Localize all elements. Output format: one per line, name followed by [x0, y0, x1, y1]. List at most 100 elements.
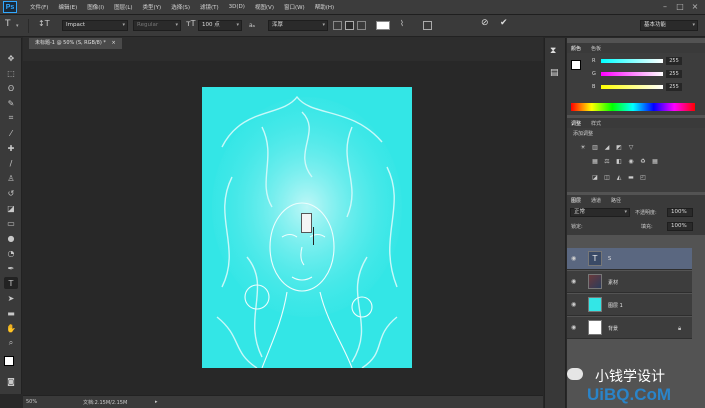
eye-icon[interactable]: ◉: [571, 278, 576, 285]
minimize-icon[interactable]: –: [660, 2, 670, 12]
properties-panel-icon[interactable]: ▤: [550, 68, 559, 78]
zoom-level[interactable]: 50%: [26, 399, 37, 405]
cancel-icon[interactable]: ⊘: [481, 18, 489, 28]
pen-tool-icon[interactable]: ✒: [4, 262, 18, 274]
eye-icon[interactable]: ◉: [571, 324, 576, 331]
text-color-swatch[interactable]: [376, 21, 390, 30]
character-panel-icon[interactable]: [423, 21, 432, 30]
eye-icon[interactable]: ◉: [571, 255, 576, 262]
threshold-icon[interactable]: ◭: [615, 174, 623, 181]
channel-r-value[interactable]: 255: [666, 57, 682, 65]
move-tool-icon[interactable]: ✥: [4, 52, 18, 64]
close-tab-icon[interactable]: ×: [111, 40, 115, 46]
eraser-tool-icon[interactable]: ◪: [4, 202, 18, 214]
crop-tool-icon[interactable]: ⌗: [4, 112, 18, 124]
channel-g-slider[interactable]: [601, 72, 663, 76]
healing-brush-tool-icon[interactable]: ✚: [4, 142, 18, 154]
status-menu-icon[interactable]: ▸: [155, 399, 158, 405]
color-spectrum-bar[interactable]: [571, 103, 695, 111]
quick-select-tool-icon[interactable]: ✎: [4, 97, 18, 109]
photo-filter-icon[interactable]: ◉: [627, 158, 635, 165]
layer-row-background[interactable]: ◉ 背景 🔒︎: [567, 317, 692, 339]
brightness-icon[interactable]: ☀: [579, 144, 587, 151]
menu-view[interactable]: 视图(V): [250, 3, 279, 11]
color-balance-icon[interactable]: ⚖: [603, 158, 611, 165]
menu-image[interactable]: 图像(I): [82, 3, 109, 11]
exposure-icon[interactable]: ◩: [615, 144, 623, 151]
document-tab[interactable]: 未标题-1 @ 50% (S, RGB/8) * ×: [29, 38, 122, 49]
blend-mode-select[interactable]: 正常 ▾: [570, 208, 630, 217]
tab-layers[interactable]: 图层: [571, 197, 581, 204]
font-family-select[interactable]: Impact ▾: [62, 20, 128, 31]
antialias-select[interactable]: 浑厚 ▾: [268, 20, 328, 31]
workspace-select[interactable]: 基本功能 ▾: [640, 20, 698, 31]
type-tool-preset-icon[interactable]: T: [5, 19, 11, 29]
menu-edit[interactable]: 编辑(E): [53, 3, 82, 11]
history-panel-icon[interactable]: ⧗: [550, 46, 556, 56]
commit-icon[interactable]: ✔: [500, 18, 508, 28]
stamp-tool-icon[interactable]: ♙: [4, 172, 18, 184]
fill-input[interactable]: 100%: [667, 222, 693, 231]
document-canvas[interactable]: [202, 87, 412, 368]
curves-icon[interactable]: ◢: [603, 144, 611, 151]
selective-color-icon[interactable]: ◰: [639, 174, 647, 181]
channel-mixer-icon[interactable]: ♻: [639, 158, 647, 165]
channel-b-slider[interactable]: [601, 85, 663, 89]
gradient-map-icon[interactable]: ▬: [627, 174, 635, 181]
black-white-icon[interactable]: ◧: [615, 158, 623, 165]
font-size-select[interactable]: 100 点 ▾: [198, 20, 242, 31]
opacity-input[interactable]: 100%: [667, 208, 693, 217]
marquee-tool-icon[interactable]: ⬚: [4, 67, 18, 79]
brush-tool-icon[interactable]: /: [4, 157, 18, 169]
layer-row-image[interactable]: ◉ 素材: [567, 271, 692, 293]
tab-channels[interactable]: 通道: [591, 197, 601, 204]
orientation-toggle-icon[interactable]: ↕T: [38, 19, 50, 28]
foreground-color-swatch[interactable]: [571, 60, 581, 70]
type-tool-icon[interactable]: T: [4, 277, 18, 289]
menu-window[interactable]: 窗口(W): [279, 3, 310, 11]
font-style-select[interactable]: Regular ▾: [133, 20, 181, 31]
posterize-icon[interactable]: ◫: [603, 174, 611, 181]
gradient-tool-icon[interactable]: ▭: [4, 217, 18, 229]
menu-layer[interactable]: 图层(L): [109, 3, 137, 11]
align-right-icon[interactable]: [357, 21, 366, 30]
vibrance-icon[interactable]: ▽: [627, 144, 635, 151]
tab-adjustments[interactable]: 调整: [571, 120, 581, 127]
channel-g-value[interactable]: 255: [666, 70, 682, 78]
align-center-icon[interactable]: [345, 21, 354, 30]
layer-row-text[interactable]: ◉ T S: [567, 248, 692, 270]
history-brush-tool-icon[interactable]: ↺: [4, 187, 18, 199]
tab-color[interactable]: 颜色: [571, 45, 581, 52]
color-lookup-icon[interactable]: ▦: [651, 158, 659, 165]
tab-swatches[interactable]: 色板: [591, 45, 601, 52]
layer-row-fill[interactable]: ◉ 图层 1: [567, 294, 692, 316]
maximize-icon[interactable]: □: [675, 2, 685, 12]
close-icon[interactable]: ×: [690, 2, 700, 12]
channel-b-value[interactable]: 255: [666, 83, 682, 91]
lock-icon[interactable]: 🔒︎: [678, 325, 681, 333]
menu-filter[interactable]: 滤镜(T): [195, 3, 224, 11]
tab-styles[interactable]: 样式: [591, 120, 601, 127]
tab-paths[interactable]: 路径: [611, 197, 621, 204]
menu-type[interactable]: 类型(Y): [138, 3, 167, 11]
quick-mask-icon[interactable]: ◙: [4, 375, 18, 387]
hue-saturation-icon[interactable]: ▦: [591, 158, 599, 165]
warp-text-icon[interactable]: ⌇: [400, 19, 404, 28]
zoom-tool-icon[interactable]: ⌕: [4, 337, 18, 349]
blur-tool-icon[interactable]: ●: [4, 232, 18, 244]
foreground-color-swatch[interactable]: [4, 356, 14, 366]
chevron-down-icon[interactable]: ▾: [16, 23, 19, 29]
menu-3d[interactable]: 3D(D): [224, 4, 250, 10]
menu-file[interactable]: 文件(F): [25, 3, 53, 11]
shape-tool-icon[interactable]: ▬: [4, 307, 18, 319]
align-left-icon[interactable]: [333, 21, 342, 30]
menu-help[interactable]: 帮助(H): [310, 3, 339, 11]
eye-icon[interactable]: ◉: [571, 301, 576, 308]
menu-select[interactable]: 选择(S): [166, 3, 195, 11]
path-select-tool-icon[interactable]: ➤: [4, 292, 18, 304]
hand-tool-icon[interactable]: ✋: [4, 322, 18, 334]
levels-icon[interactable]: ▥: [591, 144, 599, 151]
invert-icon[interactable]: ◪: [591, 174, 599, 181]
lasso-tool-icon[interactable]: ʘ: [4, 82, 18, 94]
eyedropper-tool-icon[interactable]: ⁄: [4, 127, 18, 139]
